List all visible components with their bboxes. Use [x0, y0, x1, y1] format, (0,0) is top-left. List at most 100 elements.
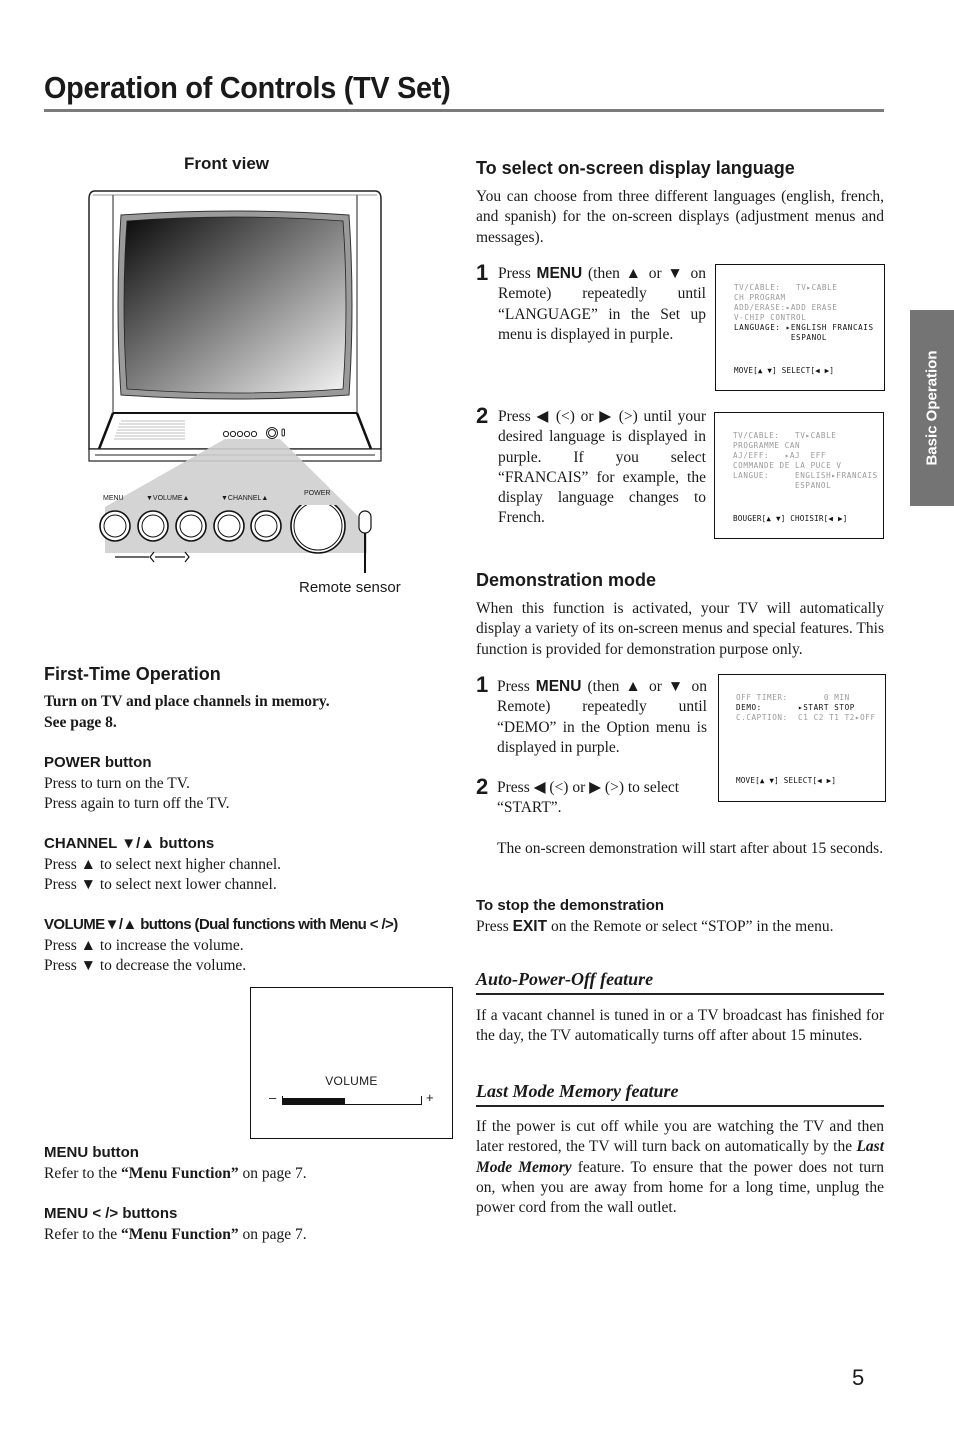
volume-buttons-label: ▼VOLUME▲	[146, 495, 190, 502]
channel-buttons-heading: CHANNEL ▼/▲ buttons	[44, 835, 215, 852]
tv-screen	[117, 210, 353, 400]
desc-text: Refer to the	[44, 1226, 122, 1243]
desc-text: on page 7.	[238, 1226, 307, 1243]
volume-minus-sign: –	[269, 1090, 277, 1105]
last-mode-rule	[476, 1105, 884, 1107]
menu-button-heading: MENU button	[44, 1144, 139, 1161]
language-step-2-number: 2	[476, 403, 489, 428]
osd-line: V-CHIP CONTROL	[734, 313, 807, 322]
language-menu-osd-french: TV/CABLE: TV▸CABLE PROGRAMME CAN AJ/EFF:…	[714, 412, 884, 539]
language-heading: To select on-screen display language	[476, 158, 795, 178]
menu-key-label: MENU	[535, 678, 582, 695]
menu-function-ref: “Menu Function”	[121, 1226, 239, 1243]
desc-line: Press again to turn off the TV.	[44, 795, 230, 813]
menu-button	[99, 510, 131, 542]
demo-step-2-number: 2	[476, 774, 489, 799]
menu-arrow-buttons-heading: MENU < /> buttons	[44, 1205, 178, 1222]
desc-text: on page 7.	[238, 1165, 307, 1182]
volume-buttons-heading: VOLUME▼/▲ buttons (Dual functions with M…	[44, 916, 398, 933]
power-button-desc: Press to turn on the TV. Press again to …	[44, 774, 230, 815]
osd-line: OFF TIMER: 0 MIN	[736, 693, 850, 702]
osd-line: PROGRAMME CAN	[733, 441, 801, 450]
osd-line: TV/CABLE: TV▸CABLE	[733, 431, 837, 440]
menu-function-ref: “Menu Function”	[121, 1165, 239, 1182]
menu-button-desc: Refer to the “Menu Function” on page 7.	[44, 1164, 307, 1184]
side-tab-label: Basic Operation	[923, 350, 941, 466]
volume-level-fill	[283, 1098, 346, 1104]
remote-sensor-label: Remote sensor	[299, 579, 401, 596]
step-text: Press	[498, 265, 537, 282]
volume-plus-sign: +	[426, 1090, 434, 1105]
desc-text: Refer to the	[44, 1165, 122, 1182]
intro-line-1: Turn on TV and place channels in memory.	[44, 693, 330, 710]
desc-line: Press to turn on the TV.	[44, 775, 190, 792]
demo-option-menu-osd: OFF TIMER: 0 MIN DEMO: ▸START STOP C.CAP…	[718, 674, 886, 802]
menu-arrow-buttons-desc: Refer to the “Menu Function” on page 7.	[44, 1225, 307, 1245]
menu-key-label: MENU	[536, 265, 583, 282]
osd-line: ADD/ERASE:▸ADD ERASE	[734, 303, 838, 312]
demo-step-1-number: 1	[476, 672, 489, 697]
power-button	[290, 505, 346, 554]
intro-line-2: See page 8.	[44, 713, 117, 731]
language-step-1-text: Press MENU (then ▲ or ▼ on Remote) repea…	[498, 264, 706, 345]
volume-osd-label: VOLUME	[325, 1074, 378, 1088]
volume-level-track	[282, 1096, 422, 1105]
auto-power-off-heading: Auto-Power-Off feature	[476, 969, 654, 989]
demo-note: The on-screen demonstration will start a…	[497, 840, 884, 857]
osd-line: CH PROGRAM	[734, 293, 786, 302]
osd-line: ESPANOL	[733, 481, 832, 490]
osd-line: C.CAPTION: C1 C2 T1 T2▸OFF	[736, 713, 876, 722]
language-intro: You can choose from three different lang…	[476, 188, 884, 246]
power-button-label: POWER	[304, 490, 331, 497]
menu-button-label: MENU	[103, 495, 124, 502]
desc-line: Press ▼ to select next lower channel.	[44, 876, 277, 894]
desc-line: Press ▼ to decrease the volume.	[44, 957, 247, 975]
language-step-1-number: 1	[476, 260, 489, 285]
channel-buttons-label: ▼CHANNEL▲	[221, 495, 269, 502]
step-text: Press	[497, 678, 536, 695]
feature-text: If the power is cut off while you are wa…	[476, 1118, 884, 1156]
remote-sensor-window	[358, 510, 372, 573]
auto-power-off-rule	[476, 993, 884, 995]
language-step-2-text: Press ◀ (<) or ▶ (>) until your desired …	[498, 408, 706, 527]
osd-line-selected: ESPANOL	[734, 333, 828, 342]
osd-line: COMMANDE DE LA PUCE V	[733, 461, 842, 470]
osd-footer: BOUGER[▲ ▼] CHOISIR[◀ ▶]	[733, 514, 848, 523]
channel-down-button	[213, 510, 245, 542]
demo-heading: Demonstration mode	[476, 570, 657, 590]
channel-buttons-desc: Press ▲ to select next higher channel. P…	[44, 855, 281, 896]
osd-line: TV/CABLE: TV▸CABLE	[734, 283, 838, 292]
channel-up-button	[250, 510, 282, 542]
page-number: 5	[852, 1365, 865, 1390]
stop-demo-text: Press EXIT on the Remote or select “STOP…	[476, 917, 833, 937]
front-controls-enlarged	[99, 505, 372, 573]
volume-osd-panel: VOLUME – +	[250, 987, 453, 1139]
front-view-heading: Front view	[184, 154, 270, 173]
osd-line: AJ/EFF: ▸AJ EFF	[733, 451, 827, 460]
title-rule	[44, 109, 884, 112]
demo-step-1-text: Press MENU (then ▲ or ▼ on Remote) repea…	[497, 677, 707, 758]
stop-demo-heading: To stop the demonstration	[476, 897, 665, 914]
desc-line: Press ▲ to increase the volume.	[44, 937, 244, 954]
osd-footer: MOVE[▲ ▼] SELECT[◀ ▶]	[734, 366, 835, 375]
step-text: Press	[476, 918, 513, 935]
step-text: on the Remote or select “STOP” in the me…	[547, 918, 834, 935]
volume-down-button	[137, 510, 169, 542]
first-time-heading: First-Time Operation	[44, 664, 221, 684]
language-menu-osd-english: TV/CABLE: TV▸CABLE CH PROGRAM ADD/ERASE:…	[715, 264, 885, 391]
first-time-intro: Turn on TV and place channels in memory.…	[44, 692, 330, 733]
demo-intro: When this function is activated, your TV…	[476, 600, 884, 658]
desc-line: Press ▲ to select next higher channel.	[44, 856, 282, 873]
speaker-grille	[114, 420, 185, 440]
last-mode-text: If the power is cut off while you are wa…	[476, 1117, 884, 1218]
osd-line-selected: DEMO: ▸START STOP	[736, 703, 855, 712]
volume-buttons-desc: Press ▲ to increase the volume. Press ▼ …	[44, 936, 246, 977]
page-title: Operation of Controls (TV Set)	[44, 70, 451, 105]
power-button-heading: POWER button	[44, 754, 152, 771]
exit-key-label: EXIT	[512, 918, 548, 935]
menu-arrow-indicator	[115, 551, 190, 563]
last-mode-heading: Last Mode Memory feature	[476, 1081, 679, 1101]
section-side-tab: Basic Operation	[910, 310, 954, 506]
volume-up-button	[175, 510, 207, 542]
osd-line-selected: LANGUAGE: ▸ENGLISH FRANCAIS	[734, 323, 874, 332]
